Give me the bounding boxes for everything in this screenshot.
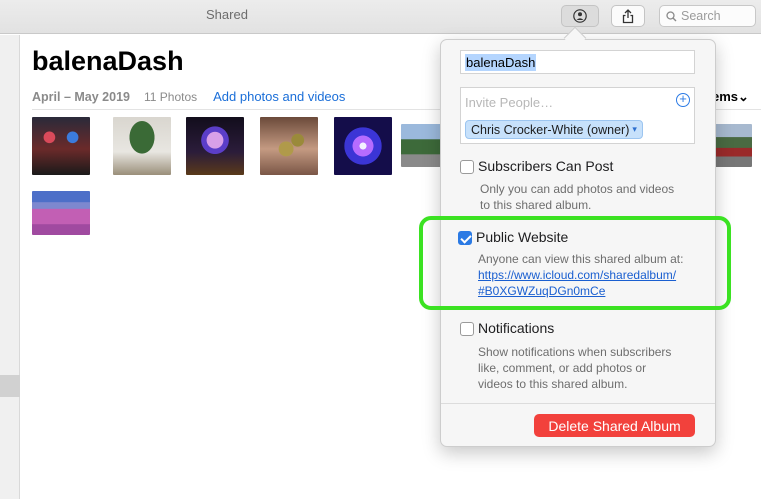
search-icon bbox=[666, 10, 677, 21]
photo-thumbnail[interactable] bbox=[714, 124, 752, 167]
notifications-label[interactable]: Notifications bbox=[478, 320, 554, 336]
highlight-annotation bbox=[419, 216, 731, 310]
album-name-value: balenaDash bbox=[465, 53, 537, 71]
notifications-desc-line: Show notifications when subscribers bbox=[478, 345, 672, 359]
delete-shared-album-button[interactable]: Delete Shared Album bbox=[534, 414, 695, 437]
photo-thumbnail[interactable] bbox=[401, 124, 441, 167]
notifications-desc-line: videos to this shared album. bbox=[478, 377, 628, 391]
album-meta: April – May 2019 11 Photos Add photos an… bbox=[32, 89, 345, 104]
photo-count: 11 Photos bbox=[143, 90, 198, 104]
share-button[interactable] bbox=[611, 5, 645, 27]
chevron-down-icon: ⌄ bbox=[738, 89, 749, 104]
subscribers-desc-line: to this shared album. bbox=[480, 198, 592, 212]
toolbar: Shared bbox=[0, 0, 761, 34]
invite-placeholder: Invite People… bbox=[465, 95, 554, 110]
photo-thumbnail[interactable] bbox=[32, 117, 90, 175]
share-icon bbox=[622, 8, 634, 23]
items-menu-button[interactable]: ems⌄ bbox=[712, 89, 749, 105]
subscribers-can-post-label[interactable]: Subscribers Can Post bbox=[478, 158, 613, 174]
subscribers-desc-line: Only you can add photos and videos bbox=[480, 182, 675, 196]
person-icon bbox=[573, 9, 587, 23]
date-range: April – May 2019 bbox=[32, 90, 130, 104]
owner-token[interactable]: Chris Crocker-White (owner) ▾ bbox=[465, 120, 643, 139]
owner-token-label: Chris Crocker-White (owner) bbox=[471, 122, 630, 137]
people-button[interactable] bbox=[561, 5, 599, 27]
photo-thumbnail[interactable] bbox=[32, 191, 90, 235]
sidebar bbox=[0, 35, 20, 499]
album-title: balenaDash bbox=[32, 46, 184, 76]
notifications-desc-line: like, comment, or add photos or bbox=[478, 361, 647, 375]
popover-divider bbox=[441, 403, 715, 404]
sidebar-selected-item[interactable] bbox=[0, 375, 20, 397]
search-field[interactable] bbox=[659, 5, 756, 27]
photo-thumbnail[interactable] bbox=[113, 117, 171, 175]
photo-thumbnail[interactable] bbox=[260, 117, 318, 175]
add-photos-link[interactable]: Add photos and videos bbox=[213, 89, 345, 104]
add-person-icon[interactable]: + bbox=[676, 92, 690, 107]
subscribers-can-post-checkbox[interactable] bbox=[460, 160, 474, 174]
notifications-checkbox[interactable] bbox=[460, 322, 474, 336]
window-title: Shared bbox=[206, 7, 248, 22]
photo-thumbnail[interactable] bbox=[334, 117, 392, 175]
chevron-down-icon: ▾ bbox=[632, 124, 637, 134]
album-name-field[interactable]: balenaDash bbox=[460, 50, 695, 74]
photo-thumbnail[interactable] bbox=[186, 117, 244, 175]
search-input[interactable] bbox=[681, 9, 751, 23]
